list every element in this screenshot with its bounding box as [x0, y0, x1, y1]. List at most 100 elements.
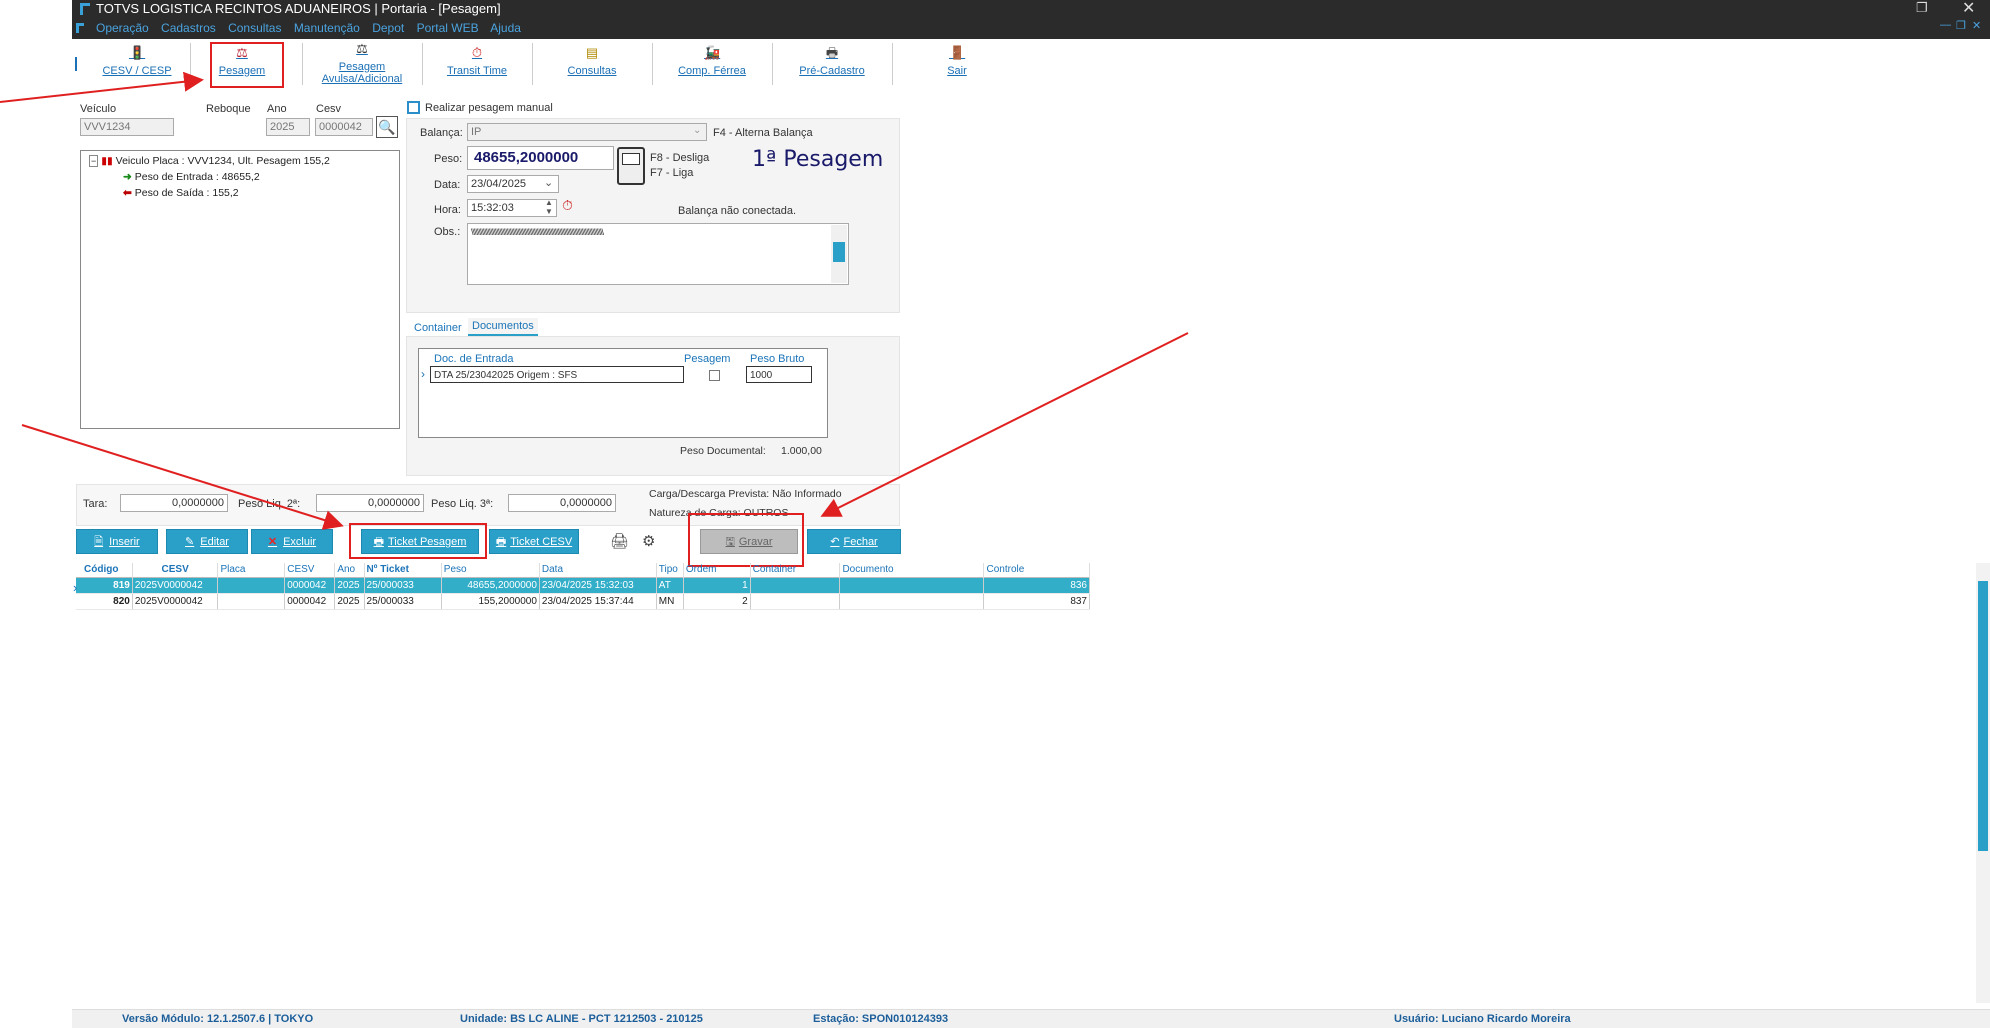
ticket-cesv-button[interactable]: 🖶 Ticket CESV: [489, 529, 579, 554]
cell-cesv: 2025V0000042: [132, 593, 219, 610]
col-tipo[interactable]: Tipo: [656, 563, 684, 577]
col-pesagem: Pesagem: [684, 353, 731, 365]
col-controle[interactable]: Controle: [983, 563, 1090, 577]
transit-time-button[interactable]: ⏱ Transit Time: [432, 45, 522, 77]
tree-saida[interactable]: ⬅ Peso de Saída : 155,2: [123, 187, 239, 199]
table-row[interactable]: 819 2025V0000042 0000042 2025 25/000033 …: [76, 577, 1090, 594]
col-placa[interactable]: Placa: [217, 563, 286, 577]
cell-container: [750, 593, 841, 610]
doc-entrada-cell[interactable]: DTA 25/23042025 Origem : SFS: [430, 366, 684, 383]
balanca-dropdown-icon[interactable]: ⌄: [693, 125, 701, 136]
green-arrow-icon: ➜: [123, 171, 132, 183]
cell-controle: 837: [983, 593, 1090, 610]
table-row[interactable]: 820 2025V0000042 0000042 2025 25/000033 …: [76, 593, 1090, 610]
cesv-field[interactable]: 0000042: [315, 118, 373, 136]
col-data[interactable]: Data: [539, 563, 657, 577]
printer-cesv-icon: 🖶: [495, 536, 507, 548]
toolbar: 🚦 CESV / CESP ⚖ Pesagem ⚖ Pesagem Avulsa/Adi…: [72, 39, 1990, 89]
cell-controle: 836: [983, 577, 1090, 594]
delete-icon: ✕: [267, 536, 278, 548]
red-clock-icon[interactable]: ⏱: [562, 197, 573, 214]
editar-button[interactable]: ✎ Editar: [166, 529, 248, 554]
tree-root[interactable]: − ▮▮ Veiculo Placa : VVV1234, Ult. Pesag…: [89, 155, 330, 167]
menu-depot[interactable]: Depot: [372, 21, 404, 35]
row-indicator-icon: ›: [421, 367, 425, 381]
pesagem-checkbox[interactable]: [709, 370, 720, 381]
gears-icon[interactable]: ⚙: [642, 532, 655, 550]
tree-entrada[interactable]: ➜ Peso de Entrada : 48655,2: [123, 171, 260, 183]
menu-cadastros[interactable]: Cadastros: [161, 21, 216, 35]
cell-documento: [839, 593, 985, 610]
selected-row-icon: ›: [73, 580, 78, 595]
mdi-close-icon[interactable]: ✕: [1972, 19, 1981, 32]
scale-device-icon: [617, 147, 645, 185]
excluir-button[interactable]: ✕ Excluir: [251, 529, 333, 554]
toolbar-separator: [652, 43, 653, 85]
sair-button[interactable]: 🚪 Sair: [932, 45, 982, 77]
print-setup-icon[interactable]: 🖨: [610, 532, 629, 550]
liq3-field[interactable]: 0,0000000: [508, 494, 616, 512]
sair-label: Sair: [947, 65, 967, 77]
manual-checkbox[interactable]: [407, 101, 420, 114]
mdi-restore-icon[interactable]: ❐: [1956, 19, 1966, 32]
tab-documentos[interactable]: Documentos: [468, 318, 538, 336]
col-ordem[interactable]: Ordem: [683, 563, 751, 577]
veiculo-field[interactable]: VVV1234: [80, 118, 174, 136]
close-icon[interactable]: ✕: [1962, 0, 1975, 18]
menu-consultas[interactable]: Consultas: [228, 21, 281, 35]
tree-root-label: Veiculo Placa : VVV1234, Ult. Pesagem 15…: [115, 155, 330, 167]
fechar-button[interactable]: ↶ Fechar: [807, 529, 901, 554]
comp-ferrea-button[interactable]: 🚂 Comp. Férrea: [662, 45, 762, 77]
pesagem-avulsa-button[interactable]: ⚖ Pesagem Avulsa/Adicional: [312, 41, 412, 85]
fechar-label: Fechar: [843, 536, 878, 548]
peso-documental-value: 1.000,00: [781, 445, 822, 457]
menu-ajuda[interactable]: Ajuda: [490, 21, 521, 35]
mdi-minimize-icon[interactable]: —: [1940, 19, 1951, 31]
consultas-button[interactable]: ▤ Consultas: [542, 45, 642, 77]
vehicle-tree: − ▮▮ Veiculo Placa : VVV1234, Ult. Pesag…: [80, 150, 400, 429]
col-codigo[interactable]: Código: [76, 563, 133, 577]
toolbar-separator: [532, 43, 533, 85]
tab-container[interactable]: Container: [414, 322, 462, 334]
hora-field[interactable]: 15:32:03: [467, 199, 557, 217]
col-peso[interactable]: Peso: [441, 563, 540, 577]
cell-peso: 48655,2000000: [441, 577, 540, 594]
col-ticket[interactable]: Nº Ticket: [364, 563, 442, 577]
search-button[interactable]: 🔍: [376, 116, 398, 138]
col-ano[interactable]: Ano: [334, 563, 365, 577]
balanca-select[interactable]: IP: [467, 123, 707, 141]
pre-cadastro-button[interactable]: 🖶 Pré-Cadastro: [782, 45, 882, 77]
inserir-button[interactable]: 🗎 Inserir: [76, 529, 158, 554]
calendar-dropdown-icon[interactable]: ⌄: [544, 176, 553, 189]
cell-container: [750, 577, 841, 594]
liq2-field[interactable]: 0,0000000: [316, 494, 424, 512]
ano-label: Ano: [267, 103, 287, 115]
restore-icon[interactable]: ❐: [1916, 0, 1928, 16]
tara-field[interactable]: 0,0000000: [120, 494, 228, 512]
menu-operacao[interactable]: Operação: [96, 21, 149, 35]
menu-manutencao[interactable]: Manutenção: [294, 21, 360, 35]
grid-scrollbar[interactable]: [1976, 563, 1990, 1003]
time-spinner-icon[interactable]: ▲ ▼: [545, 198, 553, 216]
clock-icon: ⏱: [471, 45, 483, 60]
tree-entrada-label: Peso de Entrada : 48655,2: [134, 171, 260, 183]
cesv-button[interactable]: 🚦 CESV / CESP: [102, 45, 172, 77]
col-cesv-num[interactable]: CESV: [284, 563, 336, 577]
col-documento[interactable]: Documento: [839, 563, 985, 577]
highlight-ticket-pesagem: [349, 523, 487, 559]
col-container[interactable]: Container: [750, 563, 841, 577]
cell-cesv-num: 0000042: [284, 577, 336, 594]
peso-bruto-cell[interactable]: 1000: [746, 366, 812, 383]
col-peso-bruto: Peso Bruto: [750, 353, 805, 365]
magnifier-icon: 🔍: [378, 119, 396, 135]
ano-field[interactable]: 2025: [266, 118, 310, 136]
peso-field[interactable]: 48655,2000000: [467, 146, 614, 170]
obs-field[interactable]: \\\\\\\\\\\\\\\\\\\\\\\\\\\\\\\\\\\\\\\\…: [467, 223, 849, 285]
toolbar-separator: [422, 43, 423, 85]
obs-scrollbar[interactable]: [831, 225, 847, 283]
collapse-icon[interactable]: −: [89, 155, 99, 167]
menu-bar: Operação Cadastros Consultas Manutenção …: [96, 21, 530, 35]
col-cesv[interactable]: CESV: [132, 563, 219, 577]
liq3-label: Peso Liq. 3ª:: [431, 498, 494, 510]
menu-portal-web[interactable]: Portal WEB: [417, 21, 479, 35]
